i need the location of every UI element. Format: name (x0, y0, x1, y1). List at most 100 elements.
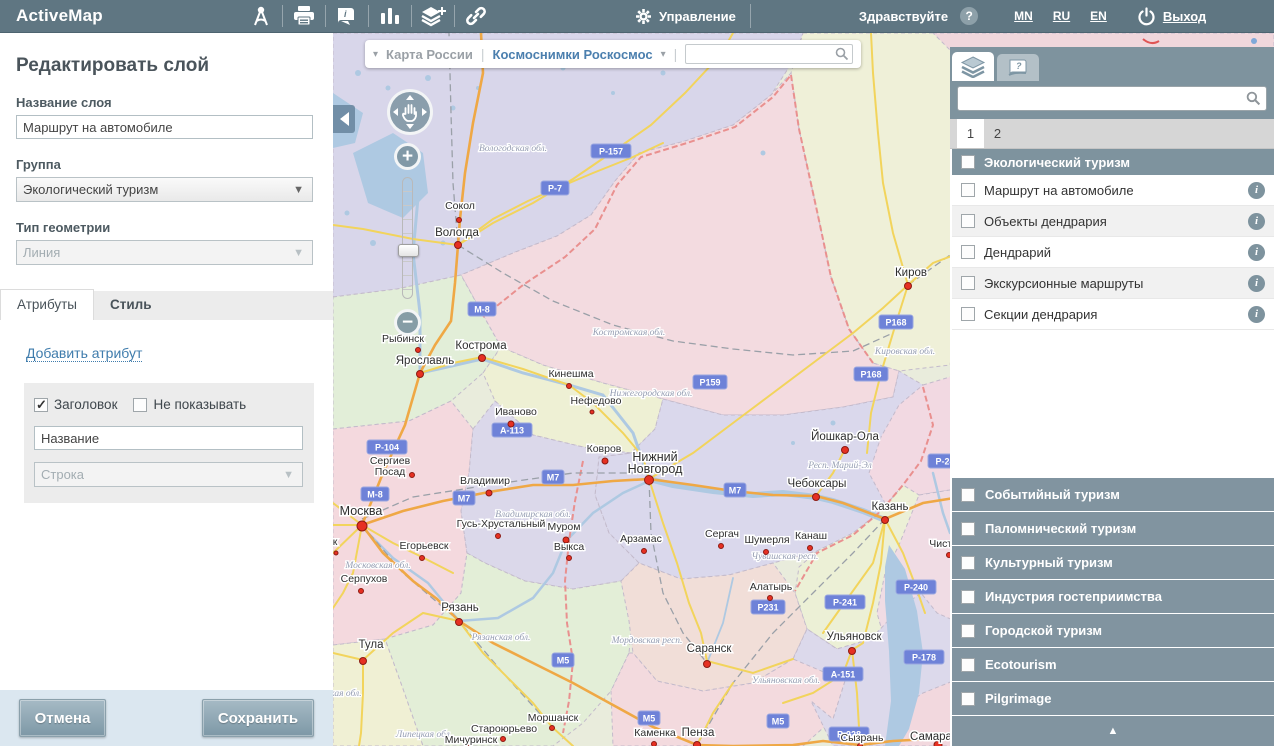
share-link-button[interactable] (455, 0, 497, 32)
layer-info-icon[interactable]: i (1248, 244, 1265, 261)
legend-button[interactable]: i (326, 0, 368, 32)
layers-search-input[interactable] (957, 86, 1267, 111)
group-checkbox[interactable] (961, 590, 975, 604)
pan-control[interactable] (387, 89, 433, 135)
hide-checkbox[interactable] (133, 398, 147, 412)
city-dot (456, 619, 463, 626)
group-select[interactable]: Экологический туризм ▼ (16, 177, 313, 202)
road-badge: Р-157 (591, 144, 631, 158)
layer-checkbox[interactable] (961, 307, 975, 321)
management-button[interactable]: Управление (635, 8, 736, 25)
city-label: Сызрань (841, 732, 884, 744)
group-label: Экологический туризм (984, 155, 1130, 170)
panel-tab[interactable]: Атрибуты (0, 289, 94, 320)
save-button[interactable]: Сохранить (202, 699, 314, 737)
add-attribute-link[interactable]: Добавить атрибут (26, 345, 142, 362)
cancel-button[interactable]: Отмена (19, 699, 106, 737)
layer-group-collapsed[interactable]: Городской туризм (952, 614, 1274, 647)
city-label: Чебоксары (788, 478, 847, 490)
layer-group-collapsed[interactable]: Паломнический туризм (952, 512, 1274, 545)
header-checkbox[interactable] (34, 398, 48, 412)
group-checkbox[interactable] (961, 692, 975, 706)
layer-info-icon[interactable]: i (1248, 213, 1265, 230)
group-checkbox[interactable] (961, 522, 975, 536)
management-label: Управление (659, 9, 736, 24)
hide-checkbox-label[interactable]: Не показывать (153, 397, 246, 412)
city-label: Рязань (441, 602, 479, 614)
layer-group-collapsed[interactable]: Pilgrimage (952, 682, 1274, 715)
base-layer-name[interactable]: Карта России (386, 47, 473, 62)
city-label: Выкса (554, 541, 585, 553)
language-link[interactable]: RU (1053, 9, 1070, 23)
group-checkbox[interactable] (961, 155, 975, 169)
zoom-slider[interactable] (402, 177, 413, 299)
layer-group-expanded[interactable]: Экологический туризм (952, 149, 1274, 175)
base-layer-dropdown-arrow[interactable]: ▾ (373, 49, 378, 60)
layer-name-input[interactable] (16, 115, 313, 139)
panel-collapse-button[interactable] (333, 105, 355, 133)
layer-group-collapsed[interactable]: Событийный туризм (952, 478, 1274, 511)
panel-tab[interactable]: Стиль (94, 290, 168, 320)
active-layer-dropdown-arrow[interactable]: ▾ (661, 49, 666, 60)
panel-scroll-up[interactable]: ▲ (952, 716, 1274, 746)
city-dot (905, 283, 912, 290)
svg-text:Р168: Р168 (860, 370, 881, 380)
zoom-slider-handle[interactable] (398, 244, 419, 257)
tab-legend[interactable]: ? (997, 54, 1039, 81)
group-checkbox[interactable] (961, 488, 975, 502)
layer-checkbox[interactable] (961, 276, 975, 290)
tab-layers[interactable] (952, 52, 994, 81)
city-dot (849, 648, 856, 655)
header-checkbox-label[interactable]: Заголовок (54, 397, 117, 412)
layer-group-collapsed[interactable]: Культурный туризм (952, 546, 1274, 579)
map-region-label: Мордовская респ. (611, 635, 683, 646)
layers-panel: ? 1 2 Экологический туризм Ма (950, 47, 1274, 746)
layer-checkbox[interactable] (961, 214, 975, 228)
help-badge[interactable]: ? (960, 7, 978, 25)
city-dot (334, 551, 338, 555)
svg-text:М7: М7 (729, 486, 742, 496)
active-layer-name[interactable]: Космоснимки Роскосмос (493, 47, 653, 62)
layer-item[interactable]: Маршрут на автомобиле i (952, 175, 1274, 206)
svg-text:М7: М7 (458, 494, 471, 504)
zoom-in-button[interactable]: + (394, 143, 421, 170)
layer-item[interactable]: Дендрарий i (952, 237, 1274, 268)
map-search-input[interactable] (685, 44, 853, 64)
zoom-out-button[interactable]: − (394, 309, 421, 336)
map-region-label: Московская обл. (344, 560, 410, 571)
language-link[interactable]: EN (1090, 9, 1107, 23)
layer-checkbox[interactable] (961, 183, 975, 197)
map-region-label: Вологодская обл. (479, 143, 547, 154)
attribute-name-input[interactable] (34, 426, 303, 450)
layer-group-collapsed[interactable]: Индустрия гостеприимства (952, 580, 1274, 613)
city-dot (508, 421, 514, 427)
layer-info-icon[interactable]: i (1248, 306, 1265, 323)
chevron-down-icon: ▼ (293, 184, 304, 196)
layer-item[interactable]: Экскурсионные маршруты i (952, 268, 1274, 299)
page-tab[interactable]: 2 (984, 119, 1011, 148)
city-label: Кострома (455, 340, 507, 352)
road-badge: Р159 (693, 375, 727, 389)
print-button[interactable] (283, 0, 325, 32)
gear-icon (635, 8, 652, 25)
city-label: Киров (895, 267, 927, 279)
layer-item[interactable]: Секции дендрария i (952, 299, 1274, 330)
page-tab[interactable]: 1 (957, 119, 984, 148)
layer-info-icon[interactable]: i (1248, 182, 1265, 199)
chart-button[interactable] (369, 0, 411, 32)
add-layer-button[interactable] (412, 0, 454, 32)
measure-tool-button[interactable] (240, 0, 282, 32)
app-logo: ActiveMap (0, 6, 240, 26)
group-checkbox[interactable] (961, 624, 975, 638)
layer-group-collapsed[interactable]: Ecotourism (952, 648, 1274, 681)
logout-button[interactable]: Выход (1137, 7, 1206, 26)
language-link[interactable]: MN (1014, 9, 1033, 23)
svg-text:М-8: М-8 (474, 305, 490, 315)
group-checkbox[interactable] (961, 658, 975, 672)
group-checkbox[interactable] (961, 556, 975, 570)
map-region-label: Костромская обл. (592, 327, 666, 338)
layer-checkbox[interactable] (961, 245, 975, 259)
layer-item[interactable]: Объекты дендрария i (952, 206, 1274, 237)
city-dot (357, 521, 367, 531)
layer-info-icon[interactable]: i (1248, 275, 1265, 292)
